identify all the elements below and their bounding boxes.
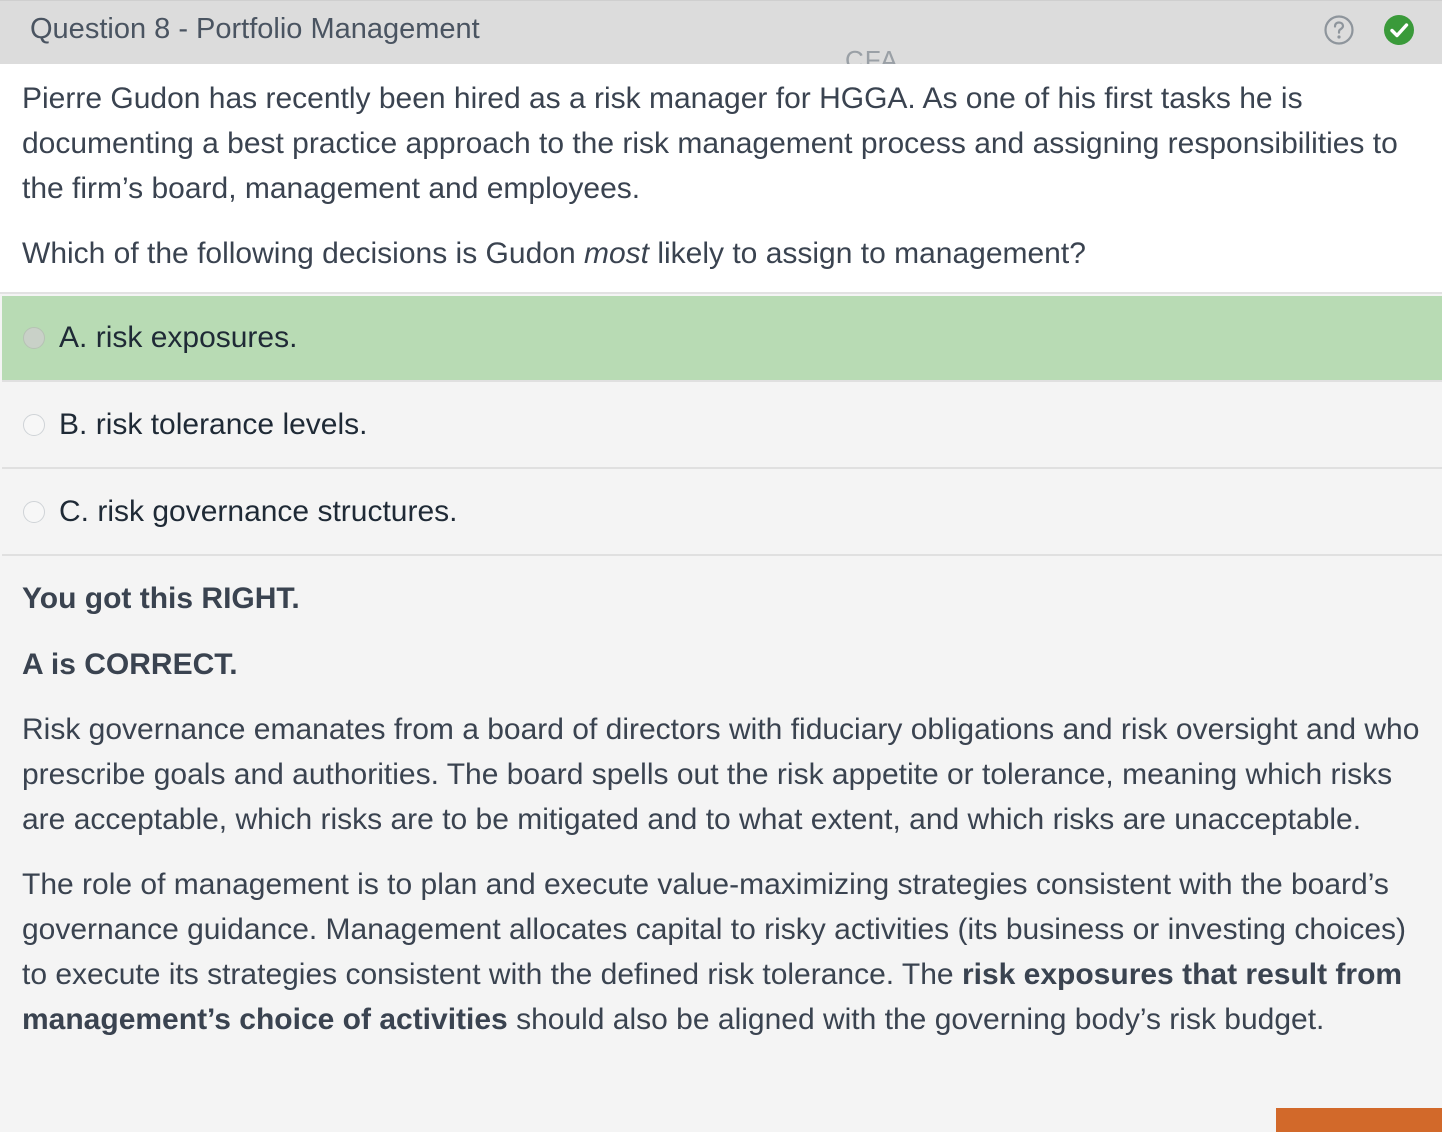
help-icon[interactable]	[1323, 14, 1355, 46]
option-label: A. risk exposures.	[59, 321, 297, 355]
result-text: You got this RIGHT.	[22, 582, 300, 615]
option-letter: A.	[59, 321, 88, 354]
option-label: B. risk tolerance levels.	[59, 408, 367, 442]
question-title: Question 8 - Portfolio Management	[30, 13, 480, 45]
explanation-paragraph-2: The role of management is to plan and ex…	[22, 862, 1422, 1042]
answer-feedback: You got this RIGHT. A is CORRECT. Risk g…	[2, 557, 1442, 1132]
correct-answer-text: A is CORRECT.	[22, 648, 238, 681]
answer-option-b[interactable]: B. risk tolerance levels.	[2, 383, 1442, 469]
question-header: Question 8 - Portfolio Management CFA	[0, 0, 1442, 75]
prompt-before: Which of the following decisions is Gudo…	[22, 237, 584, 270]
radio-button[interactable]	[23, 501, 45, 523]
option-text: risk exposures.	[95, 321, 298, 354]
radio-button[interactable]	[23, 327, 45, 349]
question-prompt: Which of the following decisions is Gudo…	[22, 231, 1420, 276]
answer-option-c[interactable]: C. risk governance structures.	[2, 470, 1442, 556]
explanation-paragraph-1: Risk governance emanates from a board of…	[22, 713, 1420, 836]
option-text: risk tolerance levels.	[95, 408, 368, 441]
stem-text: Pierre Gudon has recently been hired as …	[22, 82, 1398, 205]
prompt-after: likely to assign to management?	[648, 237, 1086, 270]
question-stem: Pierre Gudon has recently been hired as …	[0, 64, 1442, 294]
option-letter: C.	[59, 495, 89, 528]
paragraph-2-after: should also be aligned with the governin…	[507, 1003, 1325, 1036]
prompt-emphasis: most	[583, 237, 649, 270]
check-circle-icon	[1384, 15, 1414, 45]
option-label: C. risk governance structures.	[59, 495, 458, 529]
radio-button[interactable]	[23, 414, 45, 436]
option-letter: B.	[59, 408, 88, 441]
option-text: risk governance structures.	[97, 495, 458, 528]
answer-option-a[interactable]: A. risk exposures.	[2, 296, 1442, 382]
next-button-edge[interactable]	[1276, 1108, 1442, 1132]
